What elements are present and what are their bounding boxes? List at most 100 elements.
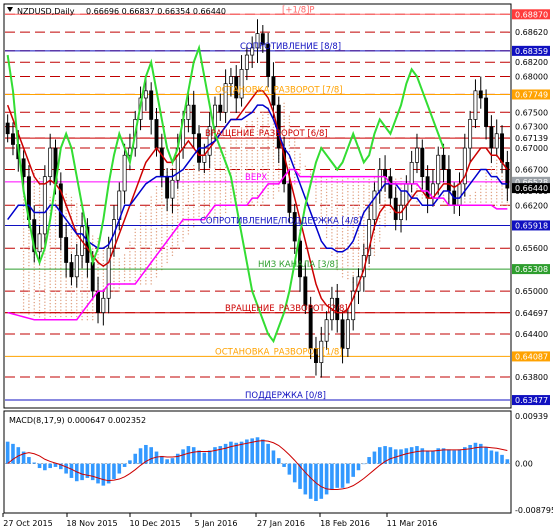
cloud-dot bbox=[139, 251, 142, 253]
cloud-dot bbox=[203, 202, 206, 205]
cloud-dot bbox=[214, 164, 216, 166]
cloud-dot bbox=[262, 153, 264, 155]
cloud-dot bbox=[240, 191, 243, 194]
cloud-dot bbox=[161, 207, 163, 210]
cloud-dot bbox=[166, 258, 168, 260]
cloud-dot bbox=[113, 264, 115, 267]
time-tick-label: 18 Feb 2016 bbox=[320, 519, 370, 528]
cloud-dot bbox=[177, 192, 179, 195]
cloud-dot bbox=[155, 205, 158, 207]
candle-body bbox=[228, 76, 233, 85]
cloud-dot bbox=[49, 296, 51, 298]
candle-body bbox=[69, 262, 74, 278]
cloud-dot bbox=[352, 233, 354, 235]
cloud-dot bbox=[288, 167, 291, 169]
cloud-dot bbox=[336, 178, 338, 181]
cloud-dot bbox=[28, 293, 30, 296]
cloud-dot bbox=[187, 201, 190, 203]
cloud-dot bbox=[145, 218, 147, 221]
cloud-dot bbox=[421, 194, 423, 196]
cloud-dot bbox=[76, 206, 78, 208]
cloud-dot bbox=[33, 288, 35, 291]
cloud-dot bbox=[256, 188, 259, 190]
cloud-dot bbox=[235, 191, 237, 194]
cloud-dot bbox=[352, 249, 354, 251]
time-tick-label: 27 Jan 2016 bbox=[257, 519, 305, 528]
cloud-dot bbox=[150, 241, 152, 243]
cloud-dot bbox=[208, 202, 211, 205]
cloud-dot bbox=[272, 184, 275, 186]
cloud-dot bbox=[54, 241, 57, 244]
murray-level-label: [+1/8]P bbox=[282, 5, 315, 15]
cloud-dot bbox=[373, 235, 376, 237]
cloud-dot bbox=[22, 292, 25, 294]
murray-level-label: ВРАЩЕНИЕ_РАЗВОРОТ [6/8] bbox=[205, 129, 328, 139]
cloud-dot bbox=[278, 170, 280, 173]
cloud-dot bbox=[76, 315, 78, 318]
price-tick-label: 0.64697 bbox=[515, 309, 548, 318]
cloud-dot bbox=[155, 234, 158, 236]
cloud-dot bbox=[118, 287, 120, 289]
cloud-dot bbox=[54, 306, 57, 308]
cloud-dot bbox=[65, 290, 67, 292]
cloud-dot bbox=[214, 199, 216, 201]
cloud-dot bbox=[65, 302, 67, 305]
cloud-dot bbox=[44, 298, 46, 300]
cloud-dot bbox=[129, 273, 131, 276]
cloud-dot bbox=[240, 143, 243, 145]
cloud-dot bbox=[224, 153, 227, 156]
cloud-dot bbox=[22, 266, 25, 269]
cloud-dot bbox=[272, 168, 275, 170]
murray-level-label: ВЕРХ bbox=[245, 173, 267, 183]
cloud-dot bbox=[38, 290, 41, 292]
cloud-dot bbox=[182, 233, 184, 236]
cloud-dot bbox=[60, 296, 62, 298]
cloud-dot bbox=[54, 238, 57, 240]
cloud-dot bbox=[384, 213, 386, 215]
cloud-dot bbox=[70, 248, 73, 250]
macd-bar bbox=[170, 458, 175, 464]
macd-axis-label: -0.008795 bbox=[515, 506, 553, 515]
cloud-dot bbox=[262, 114, 264, 116]
price-badge-label: 0.65918 bbox=[515, 221, 548, 230]
cloud-dot bbox=[352, 229, 354, 232]
cloud-dot bbox=[320, 199, 322, 201]
cloud-dot bbox=[76, 296, 78, 298]
cloud-dot bbox=[373, 241, 376, 244]
cloud-dot bbox=[65, 286, 67, 289]
macd-bar bbox=[425, 450, 430, 464]
cloud-dot bbox=[49, 261, 51, 263]
cloud-dot bbox=[373, 244, 376, 247]
candle-body bbox=[122, 154, 127, 192]
cloud-dot bbox=[336, 207, 338, 210]
cloud-dot bbox=[379, 233, 381, 236]
cloud-dot bbox=[49, 228, 51, 231]
cloud-dot bbox=[161, 259, 163, 261]
cloud-dot bbox=[246, 153, 248, 155]
price-tick-label: 0.64400 bbox=[515, 330, 548, 339]
murray-level-label: СОПРОТИВЛЕНИЕ/ПОДДЕРЖКА [4/8] bbox=[200, 216, 362, 226]
cloud-dot bbox=[54, 283, 57, 286]
cloud-dot bbox=[134, 276, 136, 279]
cloud-dot bbox=[65, 306, 67, 308]
cloud-dot bbox=[363, 242, 365, 244]
cloud-dot bbox=[251, 185, 253, 187]
cloud-dot bbox=[54, 251, 57, 253]
cloud-dot bbox=[60, 270, 62, 273]
cloud-dot bbox=[139, 273, 142, 276]
cloud-dot bbox=[65, 193, 67, 195]
cloud-dot bbox=[177, 221, 179, 224]
cloud-dot bbox=[262, 169, 264, 171]
cloud-dot bbox=[161, 239, 163, 242]
cloud-dot bbox=[187, 184, 190, 187]
candle-body bbox=[202, 154, 207, 163]
cloud-dot bbox=[81, 280, 83, 282]
cloud-dot bbox=[347, 255, 349, 257]
cloud-dot bbox=[38, 316, 41, 318]
cloud-dot bbox=[155, 266, 158, 268]
cloud-dot bbox=[357, 191, 360, 193]
cloud-dot bbox=[97, 263, 99, 265]
cloud-dot bbox=[155, 247, 158, 249]
cloud-dot bbox=[480, 194, 482, 197]
cloud-dot bbox=[219, 202, 221, 205]
